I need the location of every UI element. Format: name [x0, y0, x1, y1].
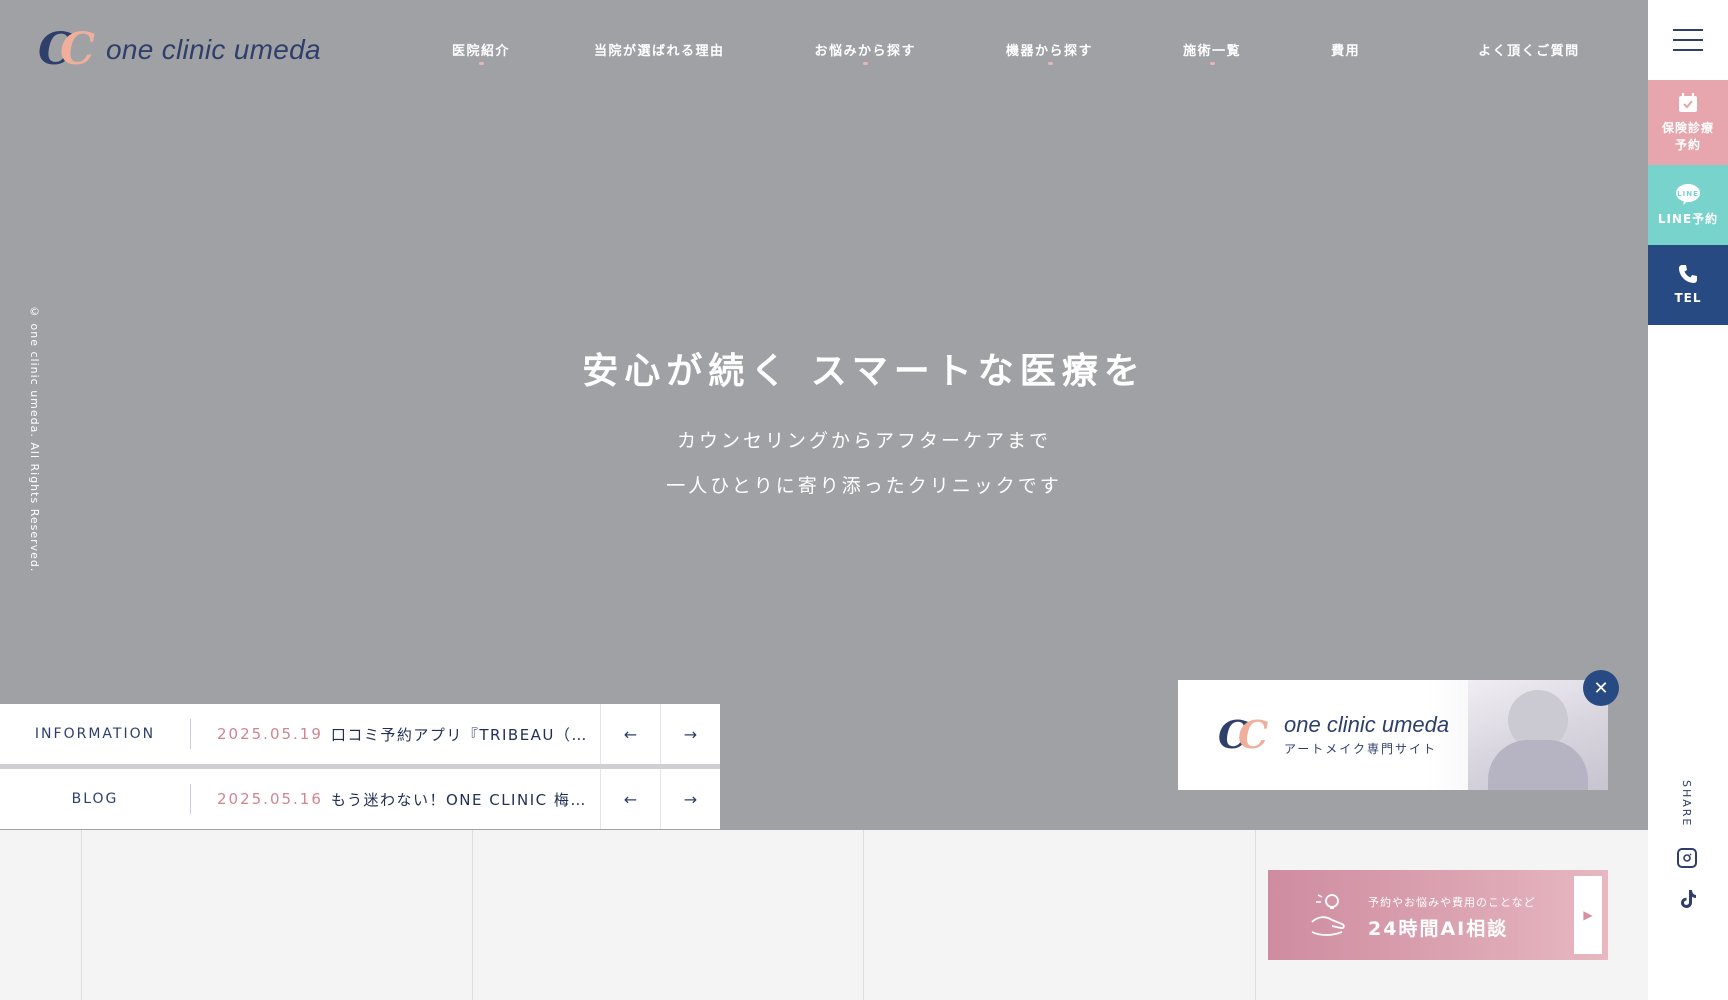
information-arrows: ← →: [600, 704, 720, 764]
ai-consult-play-button[interactable]: ▶: [1574, 876, 1602, 954]
hamburger-menu-icon: [1673, 29, 1703, 31]
information-date: 2025.05.19: [217, 725, 323, 743]
artmake-name: one clinic umeda: [1284, 712, 1450, 737]
dropdown-dot-icon: [863, 62, 869, 65]
line-reservation-button[interactable]: LINE LINE予約: [1648, 165, 1728, 245]
divider: [190, 784, 191, 814]
main-nav: 医院紹介 当院が選ばれる理由 お悩みから探す 機器から探す 施術一覧 費用 よく…: [430, 40, 1580, 65]
blog-date: 2025.05.16: [217, 790, 323, 808]
dropdown-dot-icon: [479, 62, 484, 65]
logo-mark: CC: [38, 24, 96, 75]
hero-subtitle-line1: カウンセリングからアフターケアまで: [676, 430, 1051, 452]
column-divider: [81, 830, 82, 1000]
tiktok-icon[interactable]: [1677, 888, 1699, 910]
hamburger-menu-button[interactable]: [1648, 0, 1728, 80]
nav-item-faq[interactable]: よく頂くご質問: [1478, 40, 1580, 59]
instagram-icon[interactable]: [1677, 848, 1697, 868]
information-label[interactable]: INFORMATION: [0, 726, 190, 742]
dropdown-dot-icon: [1047, 62, 1053, 65]
svg-text:LINE: LINE: [1677, 190, 1699, 198]
line-label: LINE予約: [1657, 211, 1719, 226]
column-divider: [1255, 830, 1256, 1000]
nav-item-treatments[interactable]: 施術一覧: [1183, 40, 1241, 65]
arrow-right-icon: →: [683, 789, 698, 809]
blog-bar: BLOG 2025.05.16 もう迷わない！ONE CLINIC 梅… ← →: [0, 769, 720, 829]
nav-item-devices[interactable]: 機器から探す: [1006, 40, 1093, 65]
hand-lightbulb-icon: [1308, 892, 1348, 947]
ai-consult-subtext: 予約やお悩みや費用のことなど: [1368, 896, 1536, 909]
tel-button[interactable]: TEL: [1648, 245, 1728, 325]
close-icon: ✕: [1593, 677, 1609, 699]
play-icon: ▶: [1583, 908, 1593, 922]
blog-prev-button[interactable]: ←: [600, 769, 660, 829]
hero-subtitle-line2: 一人ひとりに寄り添ったクリニックです: [666, 475, 1062, 497]
dropdown-dot-icon: [1210, 62, 1216, 65]
divider: [190, 719, 191, 749]
tel-label: TEL: [1674, 290, 1702, 305]
share-label: SHARE: [1680, 780, 1693, 828]
calendar-check-icon: [1677, 92, 1699, 116]
ai-consult-title: 24時間AI相談: [1368, 918, 1509, 940]
insurance-label-line1: 保険診療: [1661, 120, 1714, 135]
artmake-close-button[interactable]: ✕: [1583, 670, 1619, 706]
nav-item-concerns[interactable]: お悩みから探す: [815, 40, 917, 65]
artmake-subtitle: アートメイク専門サイト: [1284, 742, 1438, 756]
nav-item-reasons[interactable]: 当院が選ばれる理由: [594, 40, 725, 59]
insurance-label-line2: 予約: [1674, 137, 1701, 152]
blog-next-button[interactable]: →: [660, 769, 720, 829]
phone-icon: [1678, 264, 1698, 286]
nav-item-about[interactable]: 医院紹介: [452, 40, 510, 65]
nav-item-fees[interactable]: 費用: [1331, 40, 1360, 59]
ai-consult-banner[interactable]: 予約やお悩みや費用のことなど 24時間AI相談 ▶: [1268, 870, 1608, 960]
information-next-button[interactable]: →: [660, 704, 720, 764]
arrow-right-icon: →: [683, 724, 698, 744]
artmake-logo-mark: CC: [1218, 712, 1269, 757]
blog-arrows: ← →: [600, 769, 720, 829]
arrow-left-icon: ←: [623, 789, 638, 809]
column-divider: [863, 830, 864, 1000]
information-prev-button[interactable]: ←: [600, 704, 660, 764]
insurance-reservation-button[interactable]: 保険診療 予約: [1648, 80, 1728, 165]
information-title-link[interactable]: 口コミ予約アプリ『TRIBEAU（…: [331, 724, 591, 745]
information-bar: INFORMATION 2025.05.19 口コミ予約アプリ『TRIBEAU（…: [0, 704, 720, 764]
artmake-banner[interactable]: CC one clinic umeda アートメイク専門サイト: [1178, 680, 1608, 790]
column-divider: [472, 830, 473, 1000]
arrow-left-icon: ←: [623, 724, 638, 744]
site-logo[interactable]: CC one clinic umeda: [38, 24, 321, 75]
logo-text: one clinic umeda: [106, 34, 321, 65]
line-chat-icon: LINE: [1675, 183, 1701, 207]
hero-title: 安心が続く スマートな医療を: [582, 351, 1146, 392]
blog-title-link[interactable]: もう迷わない！ONE CLINIC 梅…: [331, 789, 591, 810]
blog-label[interactable]: BLOG: [0, 791, 190, 807]
